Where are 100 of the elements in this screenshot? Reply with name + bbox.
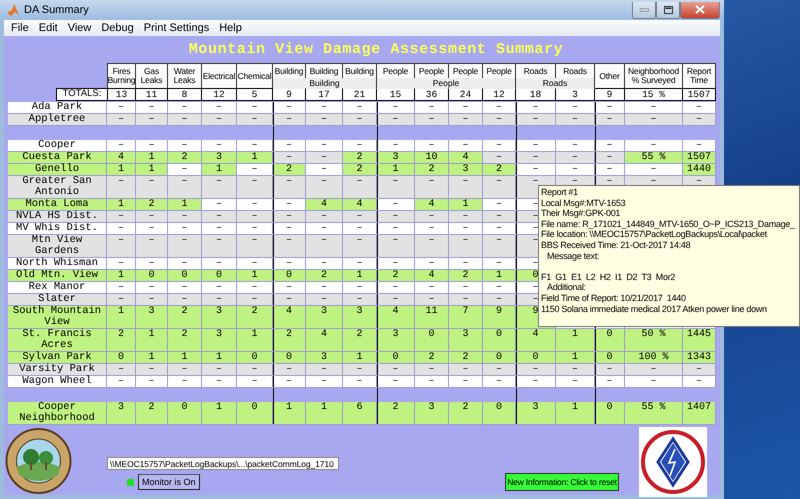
table-cell: –	[202, 223, 237, 235]
table-cell: –	[377, 176, 415, 199]
table-cell: –	[449, 235, 483, 258]
table-cell: 1	[449, 199, 483, 211]
close-button[interactable]	[680, 2, 720, 18]
row-label: NVLA HS Dist.	[8, 211, 107, 223]
maximize-button[interactable]	[656, 2, 680, 18]
total-cell: 17	[306, 88, 343, 101]
column-header: People	[377, 63, 415, 78]
row-label: Old Mtn. View	[8, 270, 107, 282]
table-cell: –	[343, 294, 377, 306]
menu-item[interactable]: Print Settings	[138, 22, 214, 34]
table-cell: –	[415, 294, 449, 306]
table-cell: 1	[377, 164, 415, 176]
menu-item[interactable]: File	[6, 22, 34, 34]
menu-item[interactable]: Edit	[34, 22, 63, 34]
table-cell: –	[343, 223, 377, 235]
table-cell: –	[273, 152, 306, 164]
table-cell: 1	[237, 270, 273, 282]
table-cell: –	[237, 282, 273, 294]
table-cell: 3	[202, 306, 237, 329]
path-field[interactable]: \\MEOC15757\PacketLogBackups\...\packetCommLog_1710	[107, 457, 339, 470]
total-cell: 1507	[683, 88, 716, 101]
total-cell: 24	[449, 88, 483, 101]
table-cell: –	[415, 140, 449, 152]
table-cell: –	[202, 282, 237, 294]
table-cell: 1343	[683, 352, 716, 364]
table-cell: –	[107, 211, 136, 223]
column-header: People	[483, 63, 516, 78]
table-cell: –	[343, 376, 377, 388]
table-cell: 1	[237, 329, 273, 352]
table-cell: –	[202, 140, 237, 152]
table-cell: 1	[107, 199, 136, 211]
table-cell: –	[136, 176, 168, 199]
table-cell: 1	[202, 352, 237, 364]
table-cell: –	[237, 364, 273, 376]
table-cell: –	[168, 211, 202, 223]
table-cell: 11	[415, 306, 449, 329]
table-cell: –	[343, 102, 377, 114]
table-cell: –	[483, 140, 516, 152]
table-cell: –	[483, 282, 516, 294]
menu-item[interactable]: Debug	[96, 22, 139, 34]
table-cell: –	[343, 176, 377, 199]
table-cell: 1	[556, 329, 595, 352]
table-cell: –	[107, 258, 136, 270]
table-cell: 0	[136, 270, 168, 282]
table-cell: –	[556, 364, 595, 376]
table-cell: –	[483, 376, 516, 388]
table-cell: 0	[107, 352, 136, 364]
table-cell: 2	[343, 164, 377, 176]
table-cell: –	[306, 164, 343, 176]
table-cell: –	[625, 114, 683, 126]
table-cell: –	[136, 376, 168, 388]
total-cell: 8	[168, 88, 202, 101]
table-cell: 1	[136, 352, 168, 364]
table-cell: –	[343, 258, 377, 270]
table-cell: –	[306, 140, 343, 152]
row-label: Sylvan Park	[8, 352, 107, 364]
table-cell: –	[168, 294, 202, 306]
table-cell: 1	[136, 164, 168, 176]
table-cell: –	[377, 364, 415, 376]
table-cell: –	[343, 282, 377, 294]
table-cell: –	[483, 258, 516, 270]
table-cell: –	[306, 364, 343, 376]
table-cell: 0	[595, 352, 625, 364]
table-cell: –	[483, 114, 516, 126]
table-cell: –	[136, 282, 168, 294]
table-cell: –	[377, 223, 415, 235]
table-cell: 0	[168, 402, 202, 425]
table-cell: –	[449, 102, 483, 114]
table-cell: –	[415, 114, 449, 126]
table-cell: –	[237, 376, 273, 388]
table-cell: 0	[168, 270, 202, 282]
row-label: South Mountain View	[8, 306, 107, 329]
table-cell: 3	[306, 352, 343, 364]
table-cell: –	[237, 164, 273, 176]
table-cell: –	[377, 211, 415, 223]
table-cell: 3	[516, 402, 556, 425]
table-cell: 1507	[683, 152, 716, 164]
table-cell: 3	[202, 329, 237, 352]
table-cell: 55 %	[625, 152, 683, 164]
reset-button[interactable]: New Information: Click to reset	[505, 473, 619, 491]
table-cell: –	[415, 235, 449, 258]
column-header: Building	[273, 63, 306, 78]
table-cell: 3	[107, 402, 136, 425]
row-label: Cooper	[8, 140, 107, 152]
table-cell: –	[107, 364, 136, 376]
table-cell: 10	[415, 152, 449, 164]
table-cell: 2	[449, 402, 483, 425]
menu-item[interactable]: Help	[214, 22, 247, 34]
table-cell: –	[516, 114, 556, 126]
table-cell: –	[449, 376, 483, 388]
row-label: Wagon Wheel	[8, 376, 107, 388]
table-cell: 0	[202, 270, 237, 282]
table-cell: –	[449, 258, 483, 270]
table-cell: 1440	[683, 164, 716, 176]
table-cell: 1	[136, 152, 168, 164]
table-cell: –	[449, 140, 483, 152]
table-cell: –	[306, 376, 343, 388]
menu-item[interactable]: View	[62, 22, 96, 34]
